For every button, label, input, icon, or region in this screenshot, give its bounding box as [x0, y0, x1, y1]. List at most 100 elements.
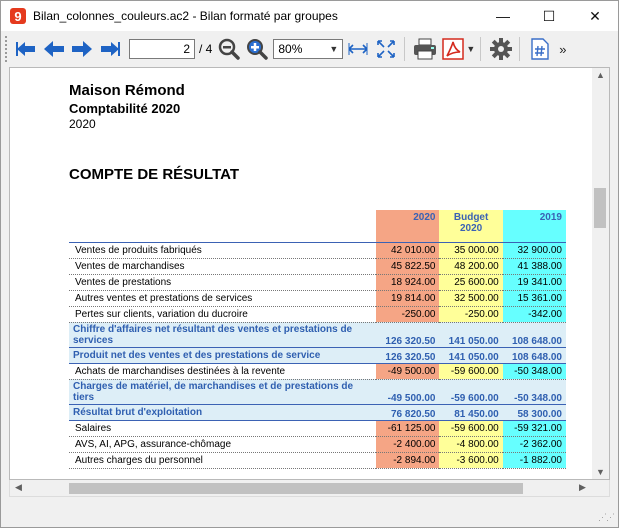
- settings-button[interactable]: [488, 36, 514, 62]
- value-2020: 42 010.00: [376, 242, 440, 259]
- table-row: Autres charges du personnel -2 894.00 -3 6…: [69, 452, 566, 469]
- arrow-left-icon: [44, 41, 64, 57]
- horizontal-scroll-thumb[interactable]: [69, 483, 523, 494]
- value-2020: 126 320.50: [376, 322, 440, 348]
- table-row: Salaires -61 125.00 -59 600.00 -59 321.00: [69, 420, 566, 437]
- column-header-2020: 2020: [376, 210, 440, 243]
- previous-page-button[interactable]: [41, 36, 67, 62]
- minimize-button[interactable]: —: [480, 1, 526, 31]
- value-budget-2020: 141 050.00: [439, 322, 503, 348]
- value-2020: 45 822.50: [376, 258, 440, 275]
- row-label: Résultat brut d'exploitation: [69, 404, 377, 421]
- value-2020: -61 125.00: [376, 420, 440, 437]
- table-row: Ventes de produits fabriqués 42 010.00 35 …: [69, 242, 566, 259]
- page-number-input[interactable]: 2: [129, 39, 195, 59]
- hash-page-icon: [531, 38, 549, 60]
- value-2020: -49 500.00: [376, 363, 440, 380]
- zoom-value: 80%: [278, 42, 303, 56]
- scroll-left-icon[interactable]: ◀: [10, 482, 27, 493]
- app-logo-icon: 9: [10, 8, 26, 24]
- row-label: Ventes de produits fabriqués: [69, 242, 377, 259]
- pdf-options-chevron-icon[interactable]: ▼: [466, 44, 475, 54]
- income-statement-table: 2020 Budget 2020 2019 Ventes de produits…: [69, 210, 566, 469]
- report-viewport[interactable]: Maison Rémond Comptabilité 2020 2020 COM…: [9, 67, 610, 480]
- zoom-in-button[interactable]: [244, 36, 270, 62]
- scroll-right-icon[interactable]: ▶: [574, 482, 591, 493]
- page-total-label: / 4: [199, 42, 213, 56]
- value-budget-2020: 81 450.00: [439, 404, 503, 421]
- first-page-button[interactable]: [13, 36, 39, 62]
- table-header-row: 2020 Budget 2020 2019: [69, 210, 566, 243]
- zoom-in-icon: [247, 39, 269, 60]
- row-label: Ventes de marchandises: [69, 258, 377, 275]
- value-budget-2020: 25 600.00: [439, 274, 503, 291]
- total-row: Résultat brut d'exploitation 76 820.50 81 …: [69, 404, 566, 421]
- row-label: AVS, AI, APG, assurance-chômage: [69, 436, 377, 453]
- toolbar-separator: [404, 37, 406, 61]
- numbering-button[interactable]: [527, 36, 553, 62]
- zoom-out-icon: [219, 38, 241, 60]
- value-2019: 58 300.00: [502, 404, 566, 421]
- value-budget-2020: 48 200.00: [439, 258, 503, 275]
- fit-width-icon: [348, 43, 368, 55]
- column-header-2019: 2019: [502, 210, 566, 243]
- value-budget-2020: 141 050.00: [439, 347, 503, 364]
- scroll-up-icon[interactable]: ▲: [592, 70, 609, 80]
- print-button[interactable]: [412, 36, 438, 62]
- first-page-icon: [16, 42, 35, 56]
- horizontal-scrollbar[interactable]: ◀ ▶: [9, 480, 610, 497]
- toolbar-separator: [480, 37, 482, 61]
- value-budget-2020: 32 500.00: [439, 290, 503, 307]
- value-2019: -50 348.00: [502, 379, 566, 405]
- zoom-out-button[interactable]: [216, 36, 242, 62]
- fit-width-button[interactable]: [345, 36, 371, 62]
- table-row: Ventes de marchandises 45 822.50 48 200.00…: [69, 258, 566, 275]
- app-window: 9 Bilan_colonnes_couleurs.ac2 - Bilan fo…: [0, 0, 619, 528]
- value-2020: 126 320.50: [376, 347, 440, 364]
- last-page-button[interactable]: [97, 36, 123, 62]
- value-2019: 15 361.00: [502, 290, 566, 307]
- total-row: Chiffre d'affaires net résultant des ven…: [69, 322, 566, 348]
- value-2020: 19 814.00: [376, 290, 440, 307]
- resize-grip-icon[interactable]: ⋰⋰: [598, 512, 615, 523]
- value-2019: 41 388.00: [502, 258, 566, 275]
- last-page-icon: [101, 42, 120, 56]
- pdf-icon: [442, 38, 465, 60]
- value-2020: 18 924.00: [376, 274, 440, 291]
- value-budget-2020: -59 600.00: [439, 420, 503, 437]
- toolbar-grip[interactable]: [5, 36, 11, 62]
- table-row: Ventes de prestations 18 924.00 25 600.00 1…: [69, 274, 566, 291]
- value-budget-2020: -250.00: [439, 306, 503, 323]
- value-2019: 19 341.00: [502, 274, 566, 291]
- value-2019: 108 648.00: [502, 347, 566, 364]
- scroll-down-icon[interactable]: ▼: [592, 467, 609, 477]
- toolbar-overflow-button[interactable]: »: [559, 42, 566, 57]
- maximize-button[interactable]: ☐: [526, 1, 572, 31]
- row-label: Chiffre d'affaires net résultant des ven…: [69, 322, 377, 348]
- zoom-select[interactable]: 80% ▼: [273, 39, 344, 59]
- section-title: COMPTE DE RÉSULTAT: [69, 166, 239, 183]
- row-label: Salaires: [69, 420, 377, 437]
- value-budget-2020: -3 600.00: [439, 452, 503, 469]
- vertical-scroll-thumb[interactable]: [594, 188, 606, 228]
- fit-page-button[interactable]: [373, 36, 399, 62]
- export-pdf-button[interactable]: [440, 36, 466, 62]
- value-2019: -50 348.00: [502, 363, 566, 380]
- value-2019: 108 648.00: [502, 322, 566, 348]
- row-label: Produit net des ventes et des prestation…: [69, 347, 377, 364]
- value-2019: -1 882.00: [502, 452, 566, 469]
- row-label: Charges de matériel, de marchandises et …: [69, 379, 377, 405]
- report-year: 2020: [69, 117, 96, 131]
- table-row: AVS, AI, APG, assurance-chômage -2 400.00…: [69, 436, 566, 453]
- value-2020: -2 894.00: [376, 452, 440, 469]
- toolbar: 2 / 4 80% ▼ ▼ »: [1, 31, 618, 67]
- next-page-button[interactable]: [69, 36, 95, 62]
- value-2019: -342.00: [502, 306, 566, 323]
- row-label: Autres ventes et prestations de services: [69, 290, 377, 307]
- close-button[interactable]: ✕: [572, 1, 618, 31]
- printer-icon: [414, 38, 437, 60]
- vertical-scrollbar[interactable]: ▲ ▼: [592, 68, 609, 479]
- row-label: Autres charges du personnel: [69, 452, 377, 469]
- value-budget-2020: 35 000.00: [439, 242, 503, 259]
- report-subtitle: Comptabilité 2020: [69, 101, 181, 116]
